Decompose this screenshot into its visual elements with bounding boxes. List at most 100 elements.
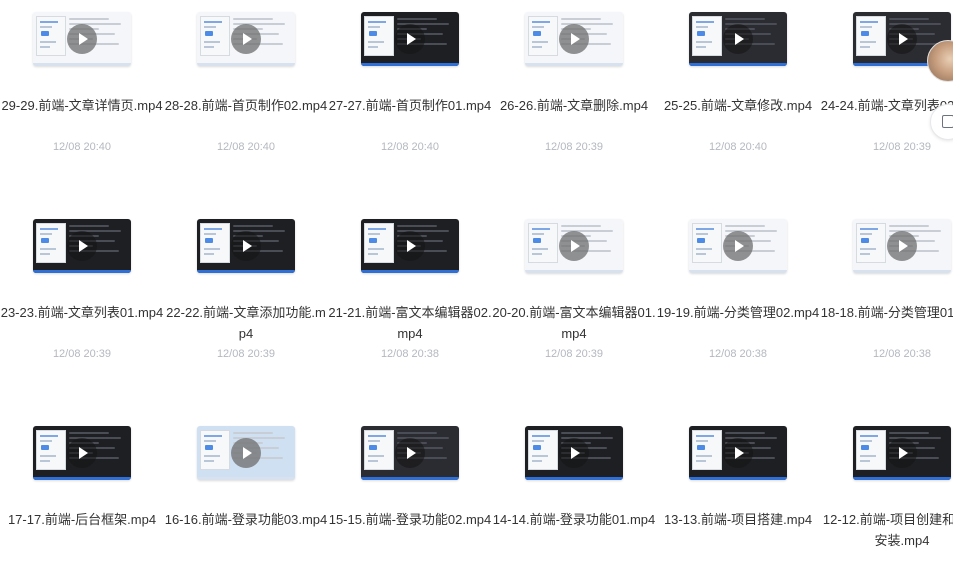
video-file-item[interactable]: 25-25.前端-文章修改.mp4 12/08 20:40: [656, 12, 820, 162]
video-thumbnail[interactable]: [853, 219, 951, 273]
play-icon[interactable]: [231, 438, 261, 468]
thumb-taskbar: [33, 270, 131, 273]
thumb-window: [856, 223, 886, 263]
file-name[interactable]: 14-14.前端-登录功能01.mp4: [492, 509, 656, 530]
thumb-taskbar: [361, 270, 459, 273]
video-thumbnail[interactable]: [33, 219, 131, 273]
video-thumbnail[interactable]: [853, 426, 951, 480]
video-file-item[interactable]: 26-26.前端-文章删除.mp4 12/08 20:39: [492, 12, 656, 162]
video-file-item[interactable]: 23-23.前端-文章列表01.mp4 12/08 20:39: [0, 219, 164, 369]
video-file-item[interactable]: 22-22.前端-文章添加功能.mp4 12/08 20:39: [164, 219, 328, 369]
video-thumbnail[interactable]: [361, 12, 459, 66]
thumb-taskbar: [197, 63, 295, 66]
thumb-taskbar: [33, 477, 131, 480]
play-icon[interactable]: [231, 24, 261, 54]
file-name[interactable]: 16-16.前端-登录功能03.mp4: [164, 509, 328, 530]
video-thumbnail[interactable]: [197, 219, 295, 273]
file-name[interactable]: 25-25.前端-文章修改.mp4: [656, 95, 820, 116]
video-thumbnail[interactable]: [197, 426, 295, 480]
video-thumbnail[interactable]: [689, 426, 787, 480]
file-name[interactable]: 27-27.前端-首页制作01.mp4: [328, 95, 492, 116]
play-icon[interactable]: [887, 231, 917, 261]
thumb-taskbar: [33, 63, 131, 66]
file-name[interactable]: 19-19.前端-分类管理02.mp4: [656, 302, 820, 323]
thumb-window: [692, 16, 722, 56]
video-file-item[interactable]: 19-19.前端-分类管理02.mp4 12/08 20:38: [656, 219, 820, 369]
thumb-taskbar: [361, 477, 459, 480]
file-name[interactable]: 20-20.前端-富文本编辑器01.mp4: [492, 302, 656, 344]
play-icon[interactable]: [559, 24, 589, 54]
play-icon[interactable]: [395, 231, 425, 261]
thumb-taskbar: [689, 63, 787, 66]
file-modified-time: 12/08 20:39: [872, 141, 932, 153]
thumb-window: [200, 16, 230, 56]
file-name[interactable]: 22-22.前端-文章添加功能.mp4: [164, 302, 328, 344]
file-name[interactable]: 29-29.前端-文章详情页.mp4: [0, 95, 164, 116]
play-icon[interactable]: [67, 24, 97, 54]
video-file-item[interactable]: 28-28.前端-首页制作02.mp4 12/08 20:40: [164, 12, 328, 162]
play-icon[interactable]: [723, 438, 753, 468]
video-thumbnail[interactable]: [525, 12, 623, 66]
video-file-item[interactable]: 20-20.前端-富文本编辑器01.mp4 12/08 20:39: [492, 219, 656, 369]
file-name[interactable]: 28-28.前端-首页制作02.mp4: [164, 95, 328, 116]
video-file-item[interactable]: 13-13.前端-项目搭建.mp4: [656, 426, 820, 576]
file-name[interactable]: 15-15.前端-登录功能02.mp4: [328, 509, 492, 530]
video-thumbnail[interactable]: [197, 12, 295, 66]
play-icon[interactable]: [887, 24, 917, 54]
file-name[interactable]: 23-23.前端-文章列表01.mp4: [0, 302, 164, 323]
play-icon[interactable]: [231, 231, 261, 261]
video-thumbnail[interactable]: [361, 219, 459, 273]
video-thumbnail[interactable]: [361, 426, 459, 480]
file-name[interactable]: 26-26.前端-文章删除.mp4: [492, 95, 656, 116]
thumb-window: [364, 16, 394, 56]
file-modified-time: 12/08 20:38: [708, 348, 768, 360]
play-icon[interactable]: [887, 438, 917, 468]
video-thumbnail[interactable]: [525, 426, 623, 480]
video-file-item[interactable]: 29-29.前端-文章详情页.mp4 12/08 20:40: [0, 12, 164, 162]
thumb-window: [36, 430, 66, 470]
play-icon[interactable]: [723, 231, 753, 261]
video-file-item[interactable]: 17-17.前端-后台框架.mp4: [0, 426, 164, 576]
video-file-item[interactable]: 16-16.前端-登录功能03.mp4: [164, 426, 328, 576]
video-thumbnail[interactable]: [33, 426, 131, 480]
video-file-item[interactable]: 18-18.前端-分类管理01.mp4 12/08 20:38: [820, 219, 953, 369]
play-icon[interactable]: [395, 438, 425, 468]
video-file-item[interactable]: 14-14.前端-登录功能01.mp4: [492, 426, 656, 576]
thumb-taskbar: [853, 477, 951, 480]
thumb-taskbar: [853, 270, 951, 273]
video-file-item[interactable]: 15-15.前端-登录功能02.mp4: [328, 426, 492, 576]
play-icon[interactable]: [67, 438, 97, 468]
file-name[interactable]: 21-21.前端-富文本编辑器02.mp4: [328, 302, 492, 344]
video-file-item[interactable]: 24-24.前端-文章列表02.mp412/08 20:39: [820, 12, 953, 162]
video-file-item[interactable]: 12-12.前端-项目创建和模块安装.mp4: [820, 426, 953, 576]
thumb-window: [528, 430, 558, 470]
play-icon[interactable]: [723, 24, 753, 54]
thumb-taskbar: [361, 63, 459, 66]
video-thumbnail[interactable]: [689, 12, 787, 66]
thumb-window: [692, 430, 722, 470]
thumb-window: [528, 16, 558, 56]
file-name[interactable]: 18-18.前端-分类管理01.mp4: [820, 302, 953, 323]
play-icon[interactable]: [559, 438, 589, 468]
video-thumbnail[interactable]: [525, 219, 623, 273]
play-icon[interactable]: [395, 24, 425, 54]
file-name[interactable]: 17-17.前端-后台框架.mp4: [0, 509, 164, 530]
thumb-taskbar: [197, 477, 295, 480]
thumb-window: [36, 223, 66, 263]
play-icon[interactable]: [67, 231, 97, 261]
thumb-taskbar: [197, 270, 295, 273]
video-file-item[interactable]: 21-21.前端-富文本编辑器02.mp4 12/08 20:38: [328, 219, 492, 369]
file-modified-time: 12/08 20:39: [216, 348, 276, 360]
file-name[interactable]: 12-12.前端-项目创建和模块安装.mp4: [820, 509, 953, 551]
file-name[interactable]: 13-13.前端-项目搭建.mp4: [656, 509, 820, 530]
thumb-taskbar: [525, 477, 623, 480]
thumb-taskbar: [689, 270, 787, 273]
thumb-window: [364, 430, 394, 470]
add-to-list-icon: [942, 115, 953, 128]
file-grid: 29-29.前端-文章详情页.mp4 12/08 20:40 28-28.前端-首页…: [0, 0, 953, 569]
play-icon[interactable]: [559, 231, 589, 261]
video-thumbnail[interactable]: [33, 12, 131, 66]
file-modified-time: 12/08 20:40: [708, 141, 768, 153]
video-file-item[interactable]: 27-27.前端-首页制作01.mp4 12/08 20:40: [328, 12, 492, 162]
video-thumbnail[interactable]: [689, 219, 787, 273]
